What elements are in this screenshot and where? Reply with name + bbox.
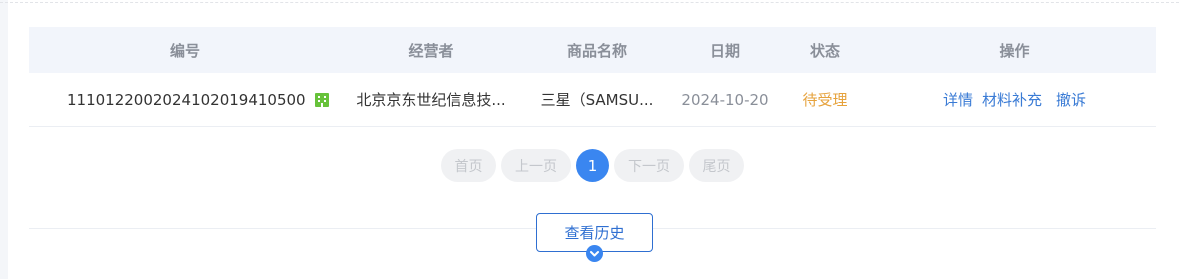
current-page-button[interactable]: 1 <box>576 149 609 182</box>
detail-link[interactable]: 详情 <box>943 89 973 110</box>
header-product: 商品名称 <box>566 41 627 60</box>
pagination: 首页 上一页 1 下一页 尾页 <box>0 149 1179 183</box>
page-left-edge <box>0 0 8 279</box>
first-page-button[interactable]: 首页 <box>441 149 496 182</box>
row-product: 三星（SAMSU... <box>540 91 654 109</box>
supplement-link[interactable]: 材料补充 <box>982 89 1042 110</box>
row-id: 111012200202410201941050​0 <box>67 90 306 109</box>
row-status: 待受理 <box>802 91 848 109</box>
header-id: 编号 <box>169 41 200 60</box>
table-header: 编号 经营者 商品名称 日期 状态 操作 <box>29 27 1156 73</box>
last-page-button[interactable]: 尾页 <box>689 149 744 182</box>
header-operator: 经营者 <box>408 41 454 60</box>
header-date: 日期 <box>709 41 740 60</box>
prev-page-button[interactable]: 上一页 <box>501 149 571 182</box>
row-actions: 详情 材料补充 撤诉 <box>873 73 1156 126</box>
table-row: 111012200202410201941050​0 北京京东世纪信息技... … <box>29 73 1156 127</box>
chevron-down-icon[interactable] <box>586 245 603 262</box>
row-id-cell: 111012200202410201941050​0 <box>29 73 341 126</box>
next-page-button[interactable]: 下一页 <box>614 149 684 182</box>
complaint-table: 编号 经营者 商品名称 日期 状态 操作 1110122002024102019… <box>29 27 1156 127</box>
row-operator: 北京京东世纪信息技... <box>356 91 506 109</box>
top-divider <box>0 2 1179 3</box>
withdraw-link[interactable]: 撤诉 <box>1056 89 1086 110</box>
building-icon[interactable] <box>314 92 329 107</box>
header-actions: 操作 <box>999 41 1030 60</box>
header-status: 状态 <box>809 41 840 60</box>
row-date: 2024-10-20 <box>681 90 769 109</box>
